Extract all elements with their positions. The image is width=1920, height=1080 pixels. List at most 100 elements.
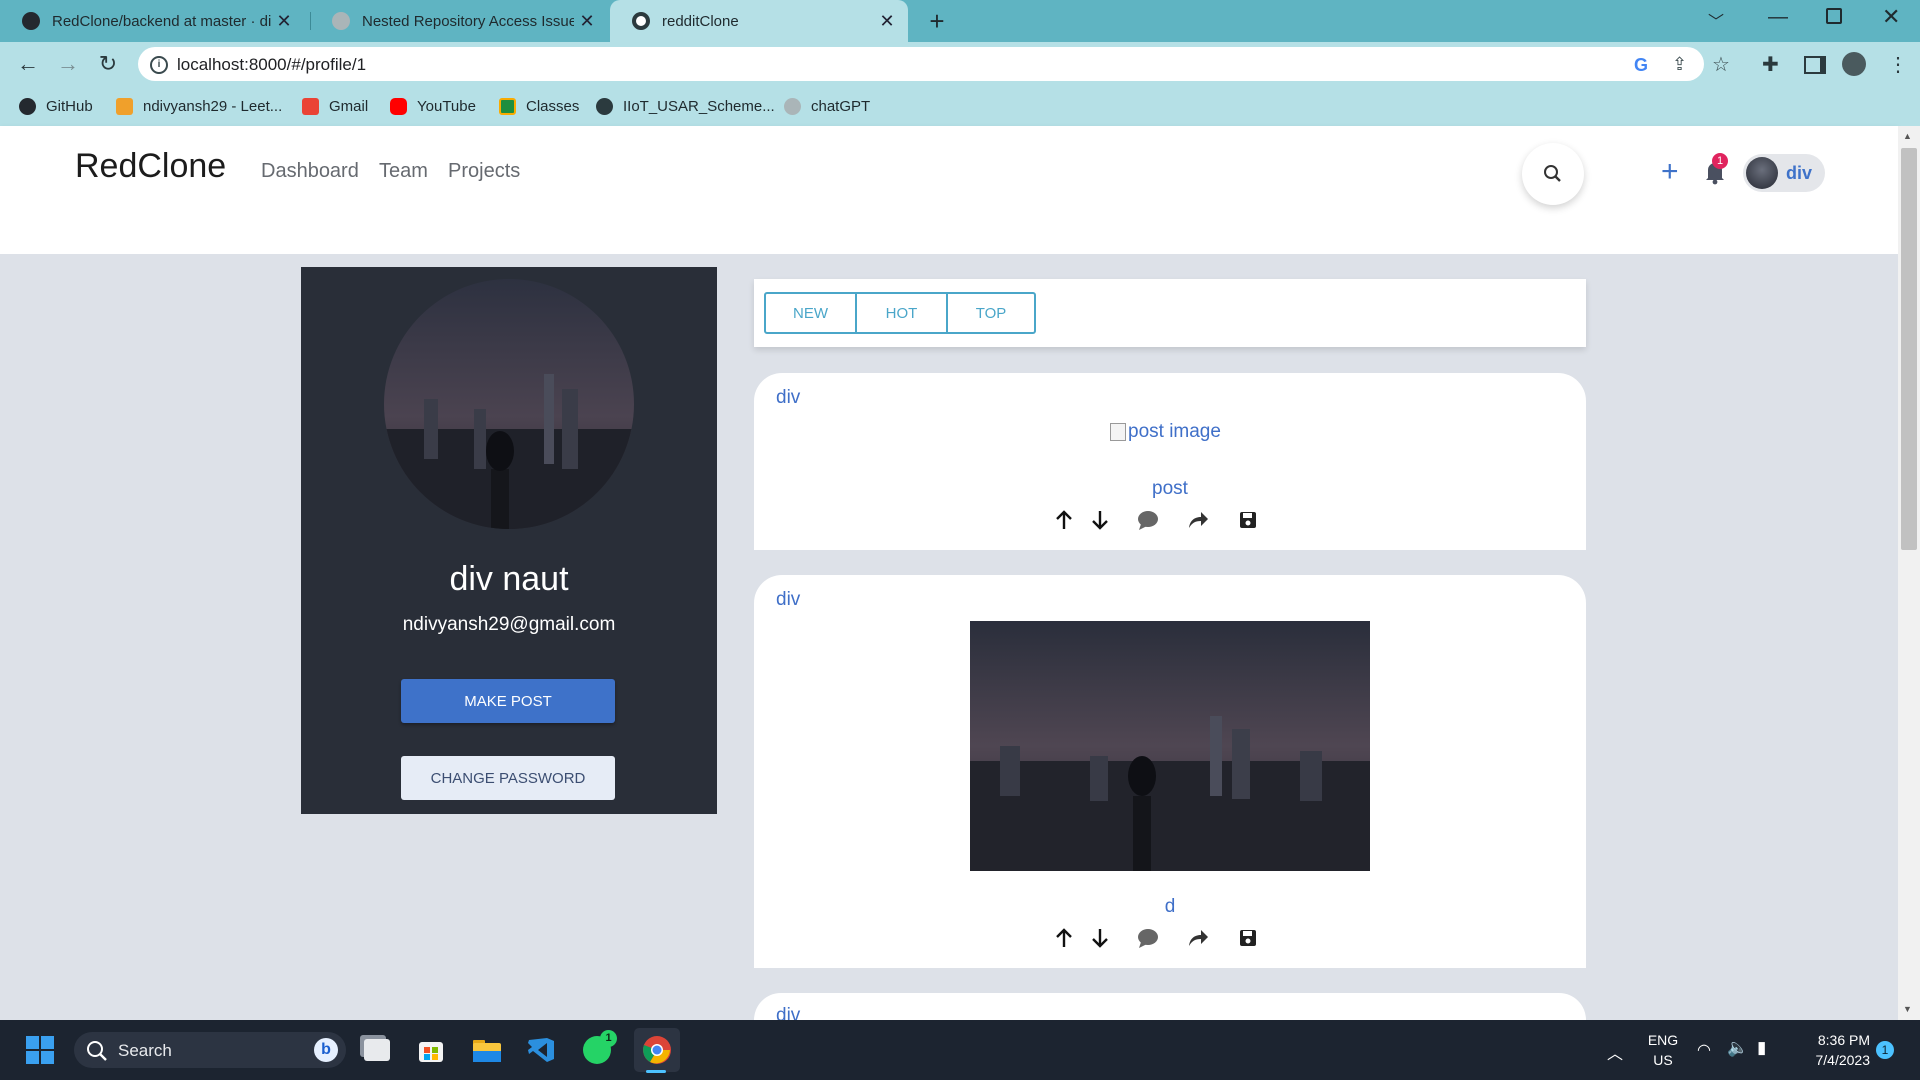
brand-logo[interactable]: RedClone [75, 147, 226, 186]
active-app-indicator [646, 1070, 666, 1073]
notification-badge: 1 [1712, 153, 1728, 169]
volume-icon[interactable]: 🔈 [1727, 1038, 1748, 1058]
downvote-icon[interactable] [1085, 923, 1115, 953]
upvote-icon[interactable] [1049, 505, 1079, 535]
classroom-icon [499, 97, 516, 115]
minimize-icon[interactable]: — [1768, 6, 1788, 29]
post-card: div [754, 993, 1586, 1020]
browser-tab[interactable]: RedClone/backend at master · di ✕ [0, 0, 305, 42]
bookmarks-bar [0, 86, 1920, 127]
google-lens-icon[interactable]: G [1634, 55, 1648, 76]
change-password-button[interactable]: CHANGE PASSWORD [401, 756, 615, 800]
scroll-up-arrow-icon[interactable]: ▲ [1903, 131, 1912, 141]
address-bar[interactable] [138, 47, 1704, 81]
file-explorer-icon[interactable] [469, 1032, 505, 1068]
taskbar-search-label: Search [118, 1041, 172, 1060]
user-chip-label: div [1786, 163, 1813, 183]
scrollbar-thumb[interactable] [1901, 148, 1917, 550]
vscode-icon[interactable] [523, 1032, 559, 1068]
nav-team[interactable]: Team [379, 160, 428, 183]
windows-start-icon[interactable] [22, 1032, 58, 1068]
nav-projects[interactable]: Projects [448, 160, 520, 183]
bookmark-label: chatGPT [811, 97, 871, 115]
bookmark-youtube[interactable]: YouTube [390, 96, 476, 116]
upvote-icon[interactable] [1049, 923, 1079, 953]
bookmark-classes[interactable]: Classes [499, 96, 579, 116]
save-icon[interactable] [1233, 505, 1263, 535]
wifi-icon[interactable]: ◠ [1697, 1040, 1711, 1060]
battery-icon[interactable]: ▮ [1757, 1038, 1766, 1058]
nav-dashboard[interactable]: Dashboard [261, 160, 359, 183]
close-tab-icon[interactable]: ✕ [574, 11, 600, 32]
tab-title: Nested Repository Access Issue [362, 12, 574, 30]
post-actions [1049, 923, 1281, 953]
notification-center-badge[interactable]: 1 [1876, 1041, 1894, 1059]
sort-new-button[interactable]: NEW [764, 292, 857, 334]
header-spacer [0, 214, 1898, 254]
extensions-icon[interactable]: ✚ [1762, 52, 1779, 77]
browser-menu-icon[interactable]: ⋮ [1888, 52, 1908, 77]
restore-icon[interactable] [1826, 8, 1842, 24]
post-author[interactable]: div [776, 589, 800, 611]
bookmark-label: ndivyansh29 - Leet... [143, 97, 283, 115]
profile-avatar-icon[interactable] [1842, 52, 1866, 76]
microsoft-store-icon[interactable] [413, 1032, 449, 1068]
bookmark-star-icon[interactable]: ☆ [1712, 52, 1730, 77]
scroll-down-arrow-icon[interactable]: ▼ [1903, 1004, 1912, 1014]
bookmark-label: GitHub [46, 97, 93, 115]
search-icon [87, 1041, 107, 1061]
system-tray-chevron-icon[interactable]: ︿ [1607, 1040, 1623, 1064]
comment-icon[interactable] [1133, 505, 1163, 535]
github-icon [22, 12, 40, 30]
post-author[interactable]: div [776, 387, 800, 409]
save-icon[interactable] [1233, 923, 1263, 953]
site-info-icon[interactable]: i [150, 56, 168, 74]
new-tab-plus-icon[interactable]: + [922, 6, 952, 36]
post-title[interactable]: d [754, 896, 1586, 918]
close-window-icon[interactable]: ✕ [1882, 4, 1900, 30]
bookmark-gmail[interactable]: Gmail [302, 96, 368, 116]
make-post-button[interactable]: MAKE POST [401, 679, 615, 723]
close-tab-icon[interactable]: ✕ [271, 11, 297, 32]
create-plus-icon[interactable]: + [1661, 152, 1679, 192]
post-actions [1049, 505, 1281, 535]
sort-top-button[interactable]: TOP [946, 292, 1036, 334]
clock-date[interactable]: 7/4/2023 [1790, 1052, 1871, 1068]
downvote-icon[interactable] [1085, 505, 1115, 535]
bookmark-chatgpt[interactable]: chatGPT [784, 96, 870, 116]
forward-icon[interactable]: → [54, 50, 82, 78]
bookmark-iiot[interactable]: IIoT_USAR_Scheme... [596, 96, 775, 116]
tab-search-chevron-icon[interactable]: ﹀ [1708, 8, 1724, 32]
comment-icon[interactable] [1133, 923, 1163, 953]
share-icon[interactable]: ⇪ [1672, 54, 1687, 75]
language-region[interactable]: US [1646, 1052, 1680, 1068]
task-view-icon[interactable] [359, 1032, 395, 1068]
reload-icon[interactable]: ↻ [94, 50, 122, 78]
language-indicator[interactable]: ENG [1646, 1032, 1680, 1048]
profile-avatar [384, 279, 634, 529]
bookmark-leetcode[interactable]: ndivyansh29 - Leet... [116, 96, 282, 116]
post-title[interactable]: post [754, 478, 1586, 500]
openai-icon [332, 12, 350, 30]
taskbar-search-box[interactable]: Search b [74, 1032, 346, 1068]
post-author[interactable]: div [776, 1005, 800, 1020]
share-icon[interactable] [1183, 923, 1213, 953]
post-image[interactable] [970, 621, 1370, 871]
close-tab-icon[interactable]: ✕ [874, 11, 900, 32]
avatar [1746, 157, 1778, 189]
url-text[interactable]: localhost:8000/#/profile/1 [177, 55, 366, 75]
search-icon [1544, 165, 1561, 182]
tab-title: redditClone [662, 12, 739, 30]
bookmark-github[interactable]: GitHub [19, 96, 93, 116]
search-button[interactable] [1522, 143, 1584, 205]
browser-tab-active[interactable]: redditClone ✕ [610, 0, 908, 42]
sort-hot-button[interactable]: HOT [855, 292, 948, 334]
user-chip[interactable]: div [1743, 154, 1825, 192]
browser-tab[interactable]: Nested Repository Access Issue ✕ [310, 0, 608, 42]
broken-image-icon [1110, 423, 1126, 441]
chrome-icon[interactable] [639, 1032, 675, 1068]
side-panel-icon[interactable] [1804, 56, 1826, 74]
clock-time[interactable]: 8:36 PM [1790, 1032, 1870, 1048]
share-icon[interactable] [1183, 505, 1213, 535]
back-icon[interactable]: ← [14, 50, 42, 78]
